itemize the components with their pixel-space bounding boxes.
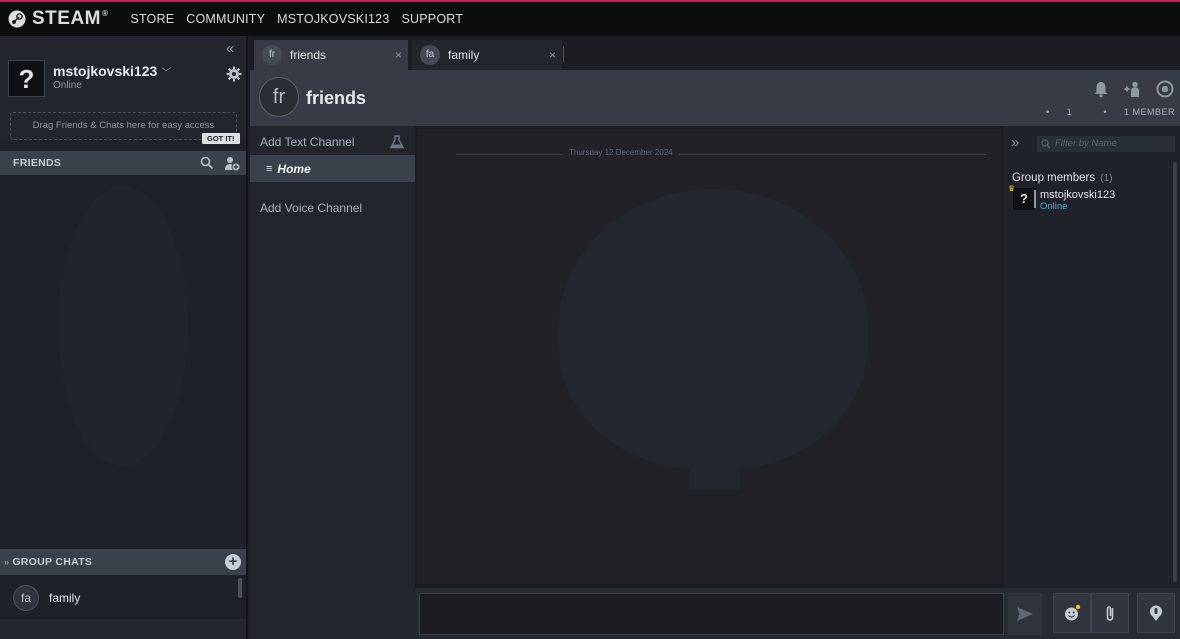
members-scrollbar[interactable] xyxy=(1173,162,1177,582)
tab-friends[interactable]: fr friends × xyxy=(254,40,408,70)
chevron-down-icon: ﹀ xyxy=(161,68,172,79)
friends-header-label: FRIENDS xyxy=(13,157,62,169)
smiley-icon xyxy=(1065,604,1081,621)
message-input[interactable] xyxy=(419,593,1004,635)
user-name: mstojkovski123 xyxy=(53,63,158,79)
chat-header-actions xyxy=(1092,80,1174,98)
tab-family[interactable]: fa family × xyxy=(412,40,562,70)
got-it-button[interactable]: GOT IT! xyxy=(202,133,240,144)
chat-group-avatar[interactable]: fr xyxy=(259,77,299,117)
add-friend-icon[interactable] xyxy=(224,155,241,172)
group-list-scrollbar[interactable] xyxy=(238,578,242,598)
chat-group-name: friends xyxy=(306,88,367,108)
search-icon xyxy=(1041,139,1051,149)
tab-divider xyxy=(563,46,564,62)
friends-header: FRIENDS xyxy=(0,151,246,175)
search-icon[interactable] xyxy=(200,156,214,170)
online-dot: • xyxy=(1046,107,1050,117)
message-input-bar xyxy=(415,588,1180,639)
voice-chat-button[interactable] xyxy=(1137,593,1175,633)
empty-friends-illustration xyxy=(58,186,188,466)
left-panel-footer xyxy=(0,619,246,639)
emoticon-button[interactable] xyxy=(1053,593,1091,633)
group-members-title: Group members xyxy=(1012,172,1096,184)
text-channel-icon: ≡ xyxy=(266,162,273,175)
chat-background-illustration xyxy=(558,189,868,469)
group-chats-header[interactable]: » GROUP CHATS + xyxy=(0,549,246,575)
online-count: • 1 xyxy=(1032,107,1072,117)
send-icon xyxy=(1017,607,1033,621)
send-button[interactable] xyxy=(1008,593,1042,635)
message-frame[interactable]: Thursday 12 December 2024 xyxy=(418,129,1001,584)
steam-logo-text: STEAM xyxy=(32,8,101,29)
add-voice-channel-button[interactable]: Add Voice Channel xyxy=(260,201,362,215)
members-panel: » Filter by Name Group members (1) ? ♛ m… xyxy=(1003,126,1180,588)
add-text-channel-button[interactable]: Add Text Channel xyxy=(260,135,355,149)
channel-name: Home xyxy=(277,161,311,176)
group-members-label: Group members (1) xyxy=(1012,172,1113,184)
members-toolbar: » Filter by Name xyxy=(1003,126,1180,160)
current-user-box: « ? mstojkovski123 ﹀ Online Drag Friends … xyxy=(0,36,246,144)
member-avatar: ? xyxy=(1013,188,1035,210)
attach-file-button[interactable] xyxy=(1091,593,1129,633)
microphone-icon xyxy=(1150,605,1162,621)
date-divider-label: Thursday 12 December 2024 xyxy=(563,148,679,157)
group-chat-item-family[interactable]: fa family xyxy=(0,577,246,619)
invite-user-icon[interactable] xyxy=(1124,80,1142,98)
tab-label: family xyxy=(448,48,480,62)
chat-member-counts: • 1 • 1 MEMBER xyxy=(1018,107,1175,117)
settings-gear-icon[interactable] xyxy=(1156,80,1174,98)
flask-icon[interactable] xyxy=(390,135,404,149)
group-chats-title: GROUP CHATS xyxy=(12,556,93,568)
top-bar: STEAM ® STORE COMMUNITY MSTOJKOVSKI123 SU… xyxy=(0,0,1180,36)
chevron-icon: » xyxy=(4,557,10,567)
top-nav: STORE COMMUNITY MSTOJKOVSKI123 SUPPORT xyxy=(130,12,463,26)
date-divider-line xyxy=(456,154,986,155)
nav-store[interactable]: STORE xyxy=(130,12,174,26)
steam-chat-app: STEAM ® STORE COMMUNITY MSTOJKOVSKI123 SU… xyxy=(0,0,1180,639)
nav-community[interactable]: COMMUNITY xyxy=(186,12,265,26)
add-group-chat-icon[interactable]: + xyxy=(225,554,241,570)
tab-avatar: fa xyxy=(420,45,440,65)
collapse-members-icon[interactable]: » xyxy=(1011,134,1019,151)
close-icon[interactable]: × xyxy=(395,48,402,62)
channel-list: Add Text Channel ≡ Home Add Voice Channe… xyxy=(250,126,415,639)
online-count-value: 1 xyxy=(1066,107,1073,117)
bell-icon[interactable] xyxy=(1092,80,1110,98)
paperclip-icon xyxy=(1106,606,1114,621)
steam-logo-icon xyxy=(8,10,26,28)
steam-logo[interactable]: STEAM ® xyxy=(8,8,108,30)
close-icon[interactable]: × xyxy=(549,48,556,62)
crown-icon: ♛ xyxy=(1008,184,1016,193)
chat-tab-strip: fr friends × fa family × xyxy=(250,36,1180,70)
user-name-dropdown[interactable]: mstojkovski123 ﹀ xyxy=(53,63,171,79)
member-status: Online xyxy=(1040,201,1068,212)
group-avatar: fa xyxy=(13,585,39,611)
chat-background-illustration-stem xyxy=(690,429,740,489)
registered-mark: ® xyxy=(102,8,109,18)
nav-profile[interactable]: MSTOJKOVSKI123 xyxy=(277,12,389,26)
member-name: mstojkovski123 xyxy=(1040,189,1116,201)
message-area: Thursday 12 December 2024 xyxy=(415,126,1003,588)
collapse-panel-icon[interactable]: « xyxy=(226,40,234,57)
member-item[interactable]: ? ♛ mstojkovski123 Online xyxy=(1008,184,1173,212)
friends-panel: « ? mstojkovski123 ﹀ Online Drag Friends … xyxy=(0,36,248,639)
nav-support[interactable]: SUPPORT xyxy=(401,12,463,26)
user-status: Online xyxy=(53,80,82,91)
group-members-count: (1) xyxy=(1100,173,1113,184)
tab-label: friends xyxy=(290,48,327,62)
member-dot: • xyxy=(1103,107,1107,117)
channel-item-home[interactable]: ≡ Home xyxy=(250,155,415,182)
group-chats-label: » GROUP CHATS xyxy=(4,556,92,568)
member-count-value: 1 MEMBER xyxy=(1123,107,1175,117)
member-count: • 1 MEMBER xyxy=(1089,107,1175,117)
tab-avatar: fr xyxy=(262,45,282,65)
member-status-bar xyxy=(1034,190,1036,208)
gear-icon[interactable] xyxy=(226,66,242,82)
member-filter-input[interactable]: Filter by Name xyxy=(1037,136,1175,152)
group-chat-name: family xyxy=(49,591,81,605)
chat-header: fr friends • 1 • 1 MEMBER xyxy=(250,70,1180,126)
user-avatar[interactable]: ? xyxy=(8,60,45,97)
